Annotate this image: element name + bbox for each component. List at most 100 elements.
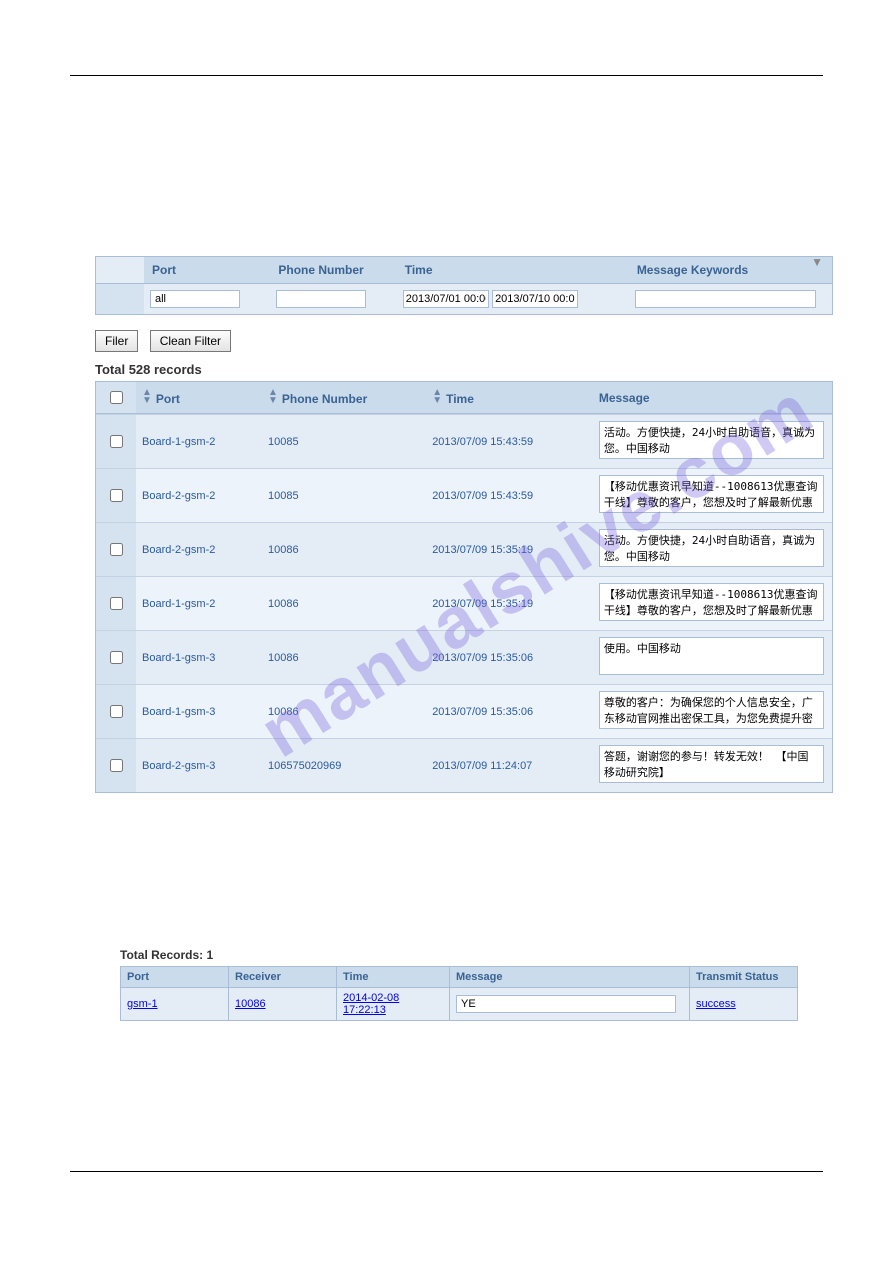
table-row: Board-2-gsm-2 10085 2013/07/09 15:43:59 【移动… [96,468,832,522]
port-link[interactable]: Board-2-gsm-2 [142,544,215,556]
cell-port: Board-2-gsm-2 [136,468,262,522]
row-checkbox-cell [96,684,136,738]
port-link[interactable]: Board-1-gsm-2 [142,598,215,610]
send-port-link[interactable]: gsm-1 [127,998,158,1010]
clean-filter-button[interactable]: Clean Filter [150,330,231,352]
phone-link[interactable]: 10085 [268,490,299,502]
cell-message: 使用。中国移动 [593,630,832,684]
cell-phone: 10086 [262,522,426,576]
time-link[interactable]: 2013/07/09 15:35:06 [432,652,533,664]
select-all-header[interactable] [96,382,136,414]
send-cell-message [450,988,690,1021]
col-port[interactable]: ▲▼Port [136,382,262,414]
filter-header-blank [96,257,144,284]
filter-date-from-input[interactable] [403,290,489,308]
filter-date-to-input[interactable] [492,290,578,308]
row-checkbox-cell [96,414,136,468]
cell-time: 2013/07/09 11:24:07 [426,738,593,792]
message-textarea[interactable]: 尊敬的客户：为确保您的个人信息安全，广东移动官网推出密保工具，为您免费提升密码安… [599,691,824,729]
col-time[interactable]: ▲▼Time [426,382,593,414]
send-cell-time: 2014-02-08 17:22:13 [337,988,450,1021]
message-textarea[interactable]: 活动。方便快捷，24小时自助语音，真诚为您。中国移动 [599,421,824,459]
total-records-label: Total 528 records [95,362,833,377]
cell-time: 2013/07/09 15:35:19 [426,522,593,576]
port-link[interactable]: Board-1-gsm-3 [142,706,215,718]
cell-message: 【移动优惠资讯早知道--1008613优惠查询干线】尊敬的客户，您想及时了解最新… [593,468,832,522]
time-link[interactable]: 2013/07/09 15:35:19 [432,598,533,610]
send-cell-port: gsm-1 [121,988,229,1021]
port-link[interactable]: Board-1-gsm-3 [142,652,215,664]
row-checkbox[interactable] [110,759,123,772]
message-textarea[interactable]: 答题，谢谢您的参与！转发无效！ 【中国移动研究院】 [599,745,824,783]
send-col-message: Message [450,967,690,988]
filter-button[interactable]: Filer [95,330,138,352]
send-col-time: Time [337,967,450,988]
table-row: Board-1-gsm-3 10086 2013/07/09 15:35:06 尊敬的… [96,684,832,738]
phone-link[interactable]: 10086 [268,652,299,664]
cell-time: 2013/07/09 15:35:06 [426,684,593,738]
time-link[interactable]: 2013/07/09 11:24:07 [432,760,532,772]
row-checkbox[interactable] [110,489,123,502]
time-link[interactable]: 2013/07/09 15:35:19 [432,544,533,556]
table-row: Board-1-gsm-3 10086 2013/07/09 15:35:06 使用。… [96,630,832,684]
filter-button-row: Filer Clean Filter [95,330,833,352]
filter-table: Port Phone Number Time Message Keywords [95,256,833,315]
message-textarea[interactable]: 【移动优惠资讯早知道--1008613优惠查询干线】尊敬的客户，您想及时了解最新… [599,583,824,621]
phone-link[interactable]: 10085 [268,436,299,448]
time-link[interactable]: 2013/07/09 15:43:59 [432,490,533,502]
filter-port-input[interactable] [150,290,240,308]
phone-link[interactable]: 106575020969 [268,760,341,772]
time-link[interactable]: 2013/07/09 15:43:59 [432,436,533,448]
records-table: ▲▼Port ▲▼Phone Number ▲▼Time Message Boa… [95,381,833,793]
phone-link[interactable]: 10086 [268,544,299,556]
filter-header-row: Port Phone Number Time Message Keywords [96,257,832,284]
phone-link[interactable]: 10086 [268,706,299,718]
col-phone[interactable]: ▲▼Phone Number [262,382,426,414]
send-status-link[interactable]: success [696,998,736,1010]
cell-message: 活动。方便快捷，24小时自助语音，真诚为您。中国移动 [593,522,832,576]
message-textarea[interactable]: 活动。方便快捷，24小时自助语音，真诚为您。中国移动 [599,529,824,567]
time-link[interactable]: 2013/07/09 15:35:06 [432,706,533,718]
port-link[interactable]: Board-2-gsm-2 [142,490,215,502]
send-col-status: Transmit Status [690,967,798,988]
send-receiver-link[interactable]: 10086 [235,998,266,1010]
cell-time: 2013/07/09 15:43:59 [426,468,593,522]
row-checkbox[interactable] [110,705,123,718]
row-checkbox[interactable] [110,597,123,610]
send-header-row: Port Receiver Time Message Transmit Stat… [121,967,798,988]
phone-link[interactable]: 10086 [268,598,299,610]
send-cell-status: success [690,988,798,1021]
send-col-receiver: Receiver [229,967,337,988]
send-total-label: Total Records: 1 [120,948,798,962]
col-message: Message [593,382,832,414]
cell-phone: 10085 [262,414,426,468]
sort-icon: ▲▼ [142,389,152,405]
sort-icon: ▲▼ [432,389,442,405]
send-time-link[interactable]: 2014-02-08 17:22:13 [343,992,399,1016]
row-checkbox[interactable] [110,651,123,664]
row-checkbox[interactable] [110,543,123,556]
table-row: Board-2-gsm-3 106575020969 2013/07/09 11:2… [96,738,832,792]
table-row: Board-2-gsm-2 10086 2013/07/09 15:35:19 活动。… [96,522,832,576]
filter-header-phone: Phone Number [270,257,396,284]
top-page-divider [70,75,823,76]
table-row: Board-1-gsm-2 10086 2013/07/09 15:35:19 【移动… [96,576,832,630]
message-textarea[interactable]: 使用。中国移动 [599,637,824,675]
send-records-table: Port Receiver Time Message Transmit Stat… [120,966,798,1021]
message-textarea[interactable]: 【移动优惠资讯早知道--1008613优惠查询干线】尊敬的客户，您想及时了解最新… [599,475,824,513]
filter-keywords-input[interactable] [635,290,817,308]
port-link[interactable]: Board-2-gsm-3 [142,760,215,772]
cell-phone: 10086 [262,630,426,684]
row-checkbox[interactable] [110,435,123,448]
select-all-checkbox[interactable] [110,391,123,404]
port-link[interactable]: Board-1-gsm-2 [142,436,215,448]
send-message-input[interactable] [456,995,676,1013]
cell-message: 【移动优惠资讯早知道--1008613优惠查询干线】尊敬的客户，您想及时了解最新… [593,576,832,630]
cell-phone: 106575020969 [262,738,426,792]
collapse-caret-icon[interactable]: ▼ [811,255,823,269]
records-header-row: ▲▼Port ▲▼Phone Number ▲▼Time Message [96,382,832,414]
filter-phone-input[interactable] [276,290,366,308]
send-col-port: Port [121,967,229,988]
cell-port: Board-2-gsm-3 [136,738,262,792]
row-checkbox-cell [96,522,136,576]
